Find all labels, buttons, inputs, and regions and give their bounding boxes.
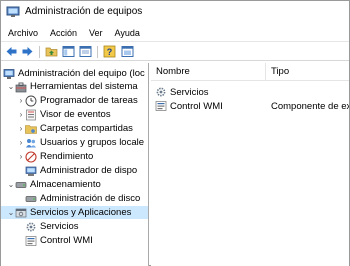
collapsed-chevron-icon[interactable]: › xyxy=(17,122,25,135)
tree-item-task-scheduler[interactable]: › Programador de tareas xyxy=(17,94,138,107)
list-item-label: Servicios xyxy=(170,86,209,98)
tree-label: Administración de disco xyxy=(40,193,141,204)
show-hide-tree-icon[interactable] xyxy=(62,45,75,58)
tree-label: Herramientas del sistema xyxy=(30,81,138,92)
expanded-chevron-icon[interactable]: ⌄ xyxy=(7,178,15,191)
title-bar: Administración de equipos xyxy=(1,1,349,23)
list-item-name: Servicios xyxy=(155,86,209,98)
list-item-label: Control WMI xyxy=(170,100,223,112)
menu-ayuda[interactable]: Ayuda xyxy=(110,28,145,38)
menu-bar: Archivo Acción Ver Ayuda xyxy=(1,25,349,41)
tree-item-local-users-groups[interactable]: › Usuarios y grupos locale xyxy=(17,136,144,149)
wmi-control-icon xyxy=(155,101,167,111)
collapsed-chevron-icon[interactable]: › xyxy=(17,136,25,149)
device-manager-icon xyxy=(25,166,37,176)
tree-label: Programador de tareas xyxy=(40,95,138,106)
export-list-icon[interactable] xyxy=(79,45,92,58)
tools-icon xyxy=(15,82,27,92)
performance-icon xyxy=(25,150,37,163)
collapsed-chevron-icon[interactable]: › xyxy=(17,150,25,163)
tree-item-services[interactable]: Servicios xyxy=(25,220,79,233)
gear-icon xyxy=(156,87,166,97)
tree-label: Servicios xyxy=(40,221,79,232)
svg-text:?: ? xyxy=(107,47,113,57)
tree-item-shared-folders[interactable]: › Carpetas compartidas xyxy=(17,122,133,135)
menu-ver[interactable]: Ver xyxy=(84,28,108,38)
storage-icon xyxy=(15,181,27,188)
toolbar-separator xyxy=(39,46,40,58)
computer-management-icon xyxy=(3,68,15,79)
help-icon[interactable]: ? xyxy=(103,45,116,58)
tree-label: Servicios y Aplicaciones xyxy=(30,207,132,218)
list-item-name: Control WMI xyxy=(155,100,223,112)
tree-item-wmi-control[interactable]: Control WMI xyxy=(25,234,93,247)
properties-icon[interactable] xyxy=(121,45,134,58)
navigation-tree: Administración del equipo (loc ⌄ Herrami… xyxy=(1,63,149,266)
gear-icon xyxy=(26,222,36,231)
computer-management-icon xyxy=(6,6,20,17)
services-applications-icon xyxy=(15,208,27,217)
tree-label: Almacenamiento xyxy=(30,179,101,190)
disk-management-icon xyxy=(25,195,37,202)
tree-item-device-manager[interactable]: Administrador de dispo xyxy=(25,164,137,177)
tree-item-performance[interactable]: › Rendimiento xyxy=(17,150,93,163)
collapsed-chevron-icon[interactable]: › xyxy=(17,108,25,121)
toolbar-separator xyxy=(97,46,98,58)
details-list: Nombre Tipo Servicios Control WMI Compon… xyxy=(151,63,349,266)
tree-label: Rendimiento xyxy=(40,151,94,162)
list-item[interactable]: Servicios xyxy=(151,85,349,99)
shared-folder-icon xyxy=(25,124,37,134)
tree-item-root[interactable]: Administración del equipo (loc xyxy=(3,67,145,80)
tree-item-system-tools[interactable]: ⌄ Herramientas del sistema xyxy=(7,80,138,93)
tree-label: Carpetas compartidas xyxy=(40,123,133,134)
column-header-name[interactable]: Nombre xyxy=(151,63,266,81)
tree-label: Usuarios y grupos locale xyxy=(40,137,145,148)
users-icon xyxy=(26,138,36,147)
tree-label: Administrador de dispo xyxy=(40,165,138,176)
computer-management-window: Administración de equipos Archivo Acción… xyxy=(0,0,350,266)
column-header-type[interactable]: Tipo xyxy=(266,63,349,81)
tree-item-storage[interactable]: ⌄ Almacenamiento xyxy=(7,178,101,191)
toolbar: ? xyxy=(1,41,349,61)
window-title: Administración de equipos xyxy=(25,6,143,17)
tree-item-event-viewer[interactable]: › Visor de eventos xyxy=(17,108,111,121)
expanded-chevron-icon[interactable]: ⌄ xyxy=(7,206,15,219)
tree-label: Administración del equipo (loc xyxy=(18,68,145,79)
event-viewer-icon xyxy=(26,109,36,120)
collapsed-chevron-icon[interactable]: › xyxy=(17,94,25,107)
tree-item-services-applications[interactable]: ⌄ Servicios y Aplicaciones xyxy=(1,206,148,219)
tree-item-disk-management[interactable]: Administración de disco xyxy=(25,192,140,205)
wmi-control-icon xyxy=(25,235,37,246)
back-icon[interactable] xyxy=(5,45,18,58)
menu-accion[interactable]: Acción xyxy=(45,28,82,38)
forward-icon[interactable] xyxy=(21,45,34,58)
list-item-type: Componente de ext xyxy=(271,100,349,112)
tree-label: Control WMI xyxy=(40,235,93,246)
tree-label: Visor de eventos xyxy=(40,109,111,120)
list-item[interactable]: Control WMI Componente de ext xyxy=(151,99,349,113)
expanded-chevron-icon[interactable]: ⌄ xyxy=(7,80,15,93)
clock-icon xyxy=(25,95,37,106)
menu-archivo[interactable]: Archivo xyxy=(3,28,43,38)
folder-up-icon[interactable] xyxy=(45,45,58,58)
